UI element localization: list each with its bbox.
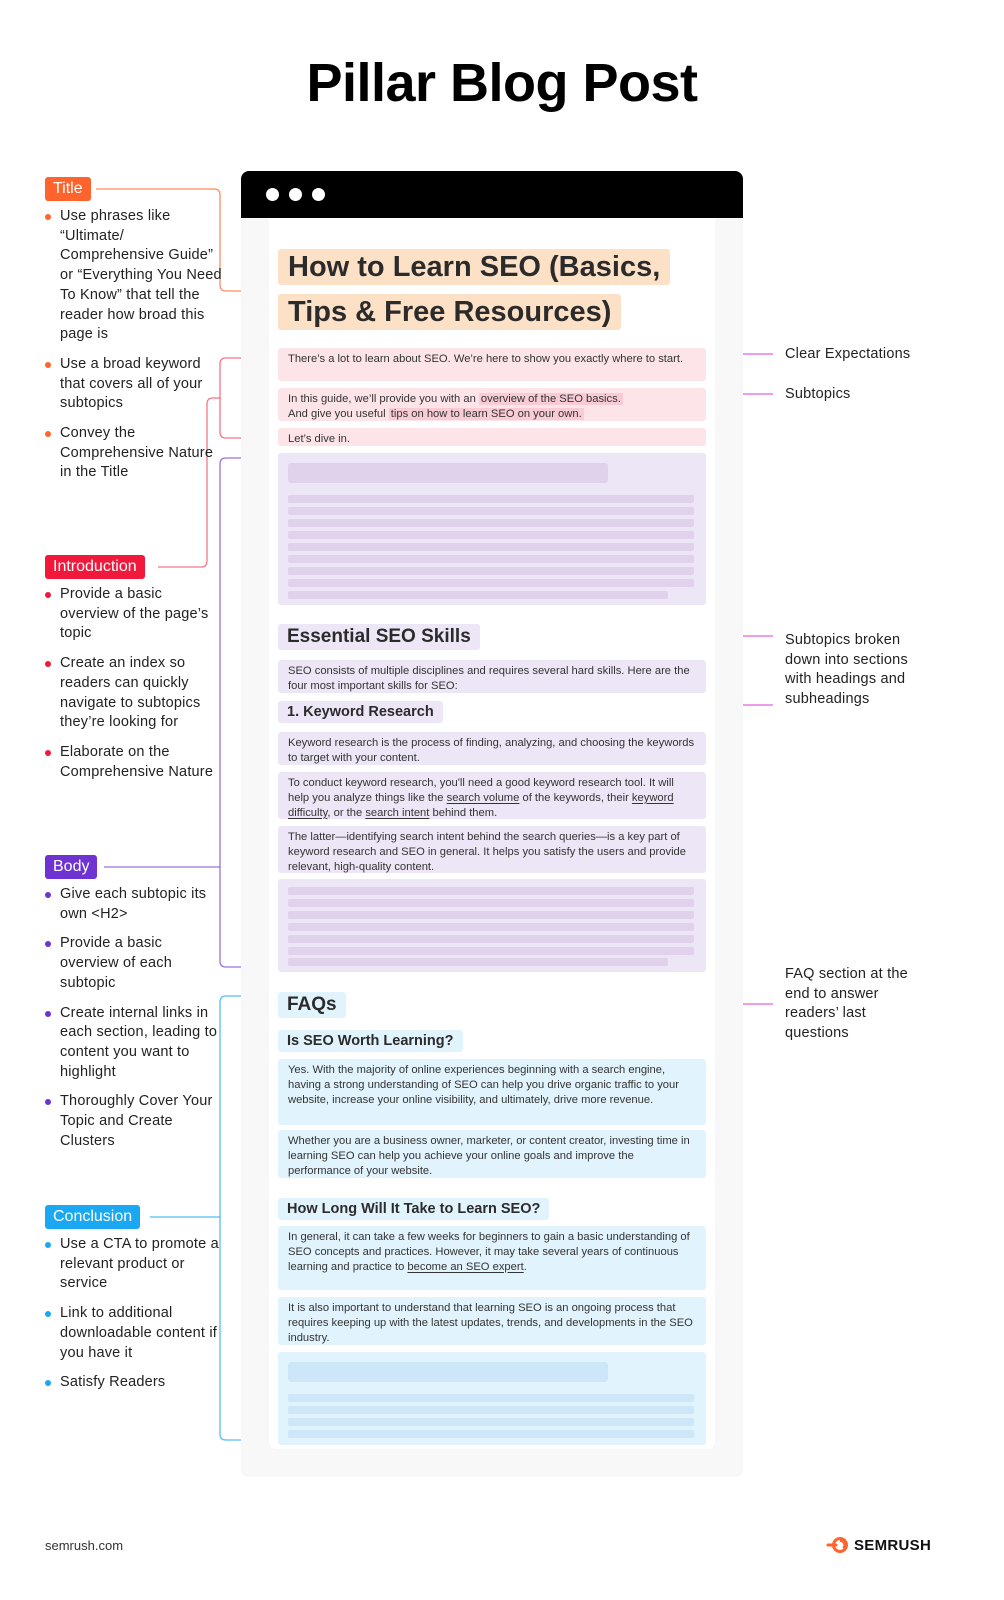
- bullet-dot-icon: [45, 592, 51, 598]
- section-body: Body Give each subtopic its own <H2> Pro…: [45, 855, 225, 1161]
- section-conclusion: Conclusion Use a CTA to promote a releva…: [45, 1205, 225, 1403]
- annotation-subtopics-sections: Subtopics broken down into sections with…: [785, 632, 908, 708]
- body-bullets: Give each subtopic its own <H2> Provide …: [45, 885, 225, 1151]
- bullet: Use a CTA to promote a relevant product …: [45, 1235, 225, 1294]
- bullet-dot-icon: [45, 749, 51, 756]
- annotation-subtopics: Subtopics: [785, 386, 851, 402]
- link-become-seo-expert[interactable]: become an SEO expert: [407, 1261, 523, 1273]
- page-title: Pillar Blog Post: [306, 53, 698, 113]
- semrush-fire-logo-icon: [826, 1537, 848, 1553]
- placeholder-line: [288, 567, 694, 575]
- footer-brand: SEMRUSH: [826, 1536, 931, 1554]
- placeholder-line: [288, 591, 668, 599]
- bullet-dot-icon: [45, 1311, 51, 1318]
- introduction-bullets: Provide a basic overview of the page’s t…: [45, 585, 225, 782]
- h3-how-long-learn-seo: How Long Will It Take to Learn SEO?: [278, 1198, 550, 1220]
- bullet: Thoroughly Cover Your Topic and Create C…: [45, 1092, 225, 1151]
- faq1-paragraph-2: Whether you are a business owner, market…: [278, 1130, 706, 1178]
- highlight-overview: overview of the SEO basics.: [478, 393, 623, 405]
- placeholder-line: [288, 507, 694, 515]
- bullet-dot-icon: [45, 661, 51, 668]
- h3-keyword-research: 1. Keyword Research: [278, 701, 443, 723]
- bullet-dot-icon: [45, 361, 51, 368]
- intro-paragraph-1: There’s a lot to learn about SEO. We’re …: [278, 348, 706, 381]
- article-title-line2: Tips & Free Resources): [278, 294, 622, 330]
- highlight-tips: tips on how to learn SEO on your own.: [388, 407, 584, 420]
- placeholder-line: [288, 1430, 694, 1438]
- annotation-clear-expectations: Clear Expectations: [785, 346, 911, 362]
- keyword-paragraph-2: To conduct keyword research, you'll need…: [278, 772, 706, 819]
- intro-paragraph-3: Let’s dive in.: [278, 428, 706, 446]
- badge-introduction: Introduction: [45, 555, 145, 579]
- h3-is-seo-worth-learning: Is SEO Worth Learning?: [278, 1030, 463, 1052]
- bullet-dot-icon: [45, 941, 51, 948]
- placeholder-content-block: [278, 453, 706, 605]
- placeholder-line: [288, 519, 694, 527]
- h2-faqs: FAQs: [278, 992, 346, 1018]
- bullet-dot-icon: [45, 1242, 51, 1248]
- placeholder-heading: [288, 1362, 608, 1382]
- browser-title-bar: [241, 171, 743, 218]
- window-dot-icon: [312, 188, 325, 201]
- brand-name: SEMRUSH: [854, 1536, 932, 1554]
- placeholder-line: [288, 899, 694, 907]
- bullet-dot-icon: [45, 1380, 51, 1387]
- bullet: Give each subtopic its own <H2>: [45, 885, 225, 924]
- bullet: Elaborate on the Comprehensive Nature: [45, 743, 225, 782]
- faq2-paragraph-1: In general, it can take a few weeks for …: [278, 1226, 706, 1290]
- bullet: Satisfy Readers: [45, 1373, 225, 1393]
- bullet: Provide a basic overview of each subtopi…: [45, 934, 225, 993]
- link-search-volume[interactable]: search volume: [447, 792, 520, 804]
- placeholder-line: [288, 911, 694, 919]
- section-title: Title Use phrases like “Ultimate/ Compre…: [45, 177, 225, 493]
- conclusion-bullets: Use a CTA to promote a relevant product …: [45, 1235, 225, 1393]
- placeholder-line: [288, 887, 694, 895]
- section-introduction: Introduction Provide a basic overview of…: [45, 555, 225, 792]
- badge-title: Title: [45, 177, 91, 201]
- placeholder-line: [288, 579, 694, 587]
- bullet: Provide a basic overview of the page’s t…: [45, 585, 225, 644]
- bullet-dot-icon: [45, 431, 51, 438]
- placeholder-line: [288, 947, 694, 955]
- bullet: Use phrases like “Ultimate/ Comprehensiv…: [45, 207, 225, 345]
- placeholder-line: [288, 1418, 694, 1426]
- placeholder-line: [288, 1394, 694, 1402]
- bullet-dot-icon: [45, 892, 51, 898]
- h2-essential-seo-skills: Essential SEO Skills: [278, 624, 480, 650]
- placeholder-line: [288, 543, 694, 551]
- bullet: Link to additional downloadable content …: [45, 1304, 225, 1363]
- link-search-intent[interactable]: search intent: [365, 807, 429, 819]
- title-bullets: Use phrases like “Ultimate/ Comprehensiv…: [45, 207, 225, 483]
- window-dot-icon: [289, 188, 302, 201]
- faq2-paragraph-2: It is also important to understand that …: [278, 1297, 706, 1345]
- placeholder-line: [288, 531, 694, 539]
- placeholder-heading: [288, 463, 608, 483]
- bullet-dot-icon: [45, 1010, 51, 1017]
- bullet: Convey the Comprehensive Nature in the T…: [45, 424, 225, 483]
- placeholder-line: [288, 555, 694, 563]
- intro-paragraph-2: In this guide, we’ll provide you with an…: [278, 388, 706, 421]
- keyword-paragraph-3: The latter—identifying search intent beh…: [278, 826, 706, 873]
- footer-site: semrush.com: [45, 1538, 124, 1553]
- badge-conclusion: Conclusion: [45, 1205, 141, 1229]
- bullet-dot-icon: [45, 214, 51, 220]
- keyword-paragraph-1: Keyword research is the process of findi…: [278, 732, 706, 765]
- annotation-faq-section: FAQ section at the end to answer readers…: [785, 966, 908, 1042]
- badge-body: Body: [45, 855, 98, 879]
- bullet-dot-icon: [45, 1099, 51, 1106]
- faq1-paragraph-1: Yes. With the majority of online experie…: [278, 1059, 706, 1125]
- placeholder-line: [288, 935, 694, 943]
- window-dot-icon: [266, 188, 279, 201]
- placeholder-conclusion-block: [278, 1352, 706, 1445]
- article-title-line1: How to Learn SEO (Basics,: [278, 249, 671, 285]
- skills-paragraph: SEO consists of multiple disciplines and…: [278, 660, 706, 693]
- placeholder-line: [288, 495, 694, 503]
- bullet: Create an index so readers can quickly n…: [45, 654, 225, 733]
- placeholder-line: [288, 1406, 694, 1414]
- placeholder-line: [288, 923, 694, 931]
- placeholder-line: [288, 958, 668, 966]
- bullet: Use a broad keyword that covers all of y…: [45, 355, 225, 414]
- bullet: Create internal links in each section, l…: [45, 1004, 225, 1083]
- placeholder-content-block: [278, 879, 706, 972]
